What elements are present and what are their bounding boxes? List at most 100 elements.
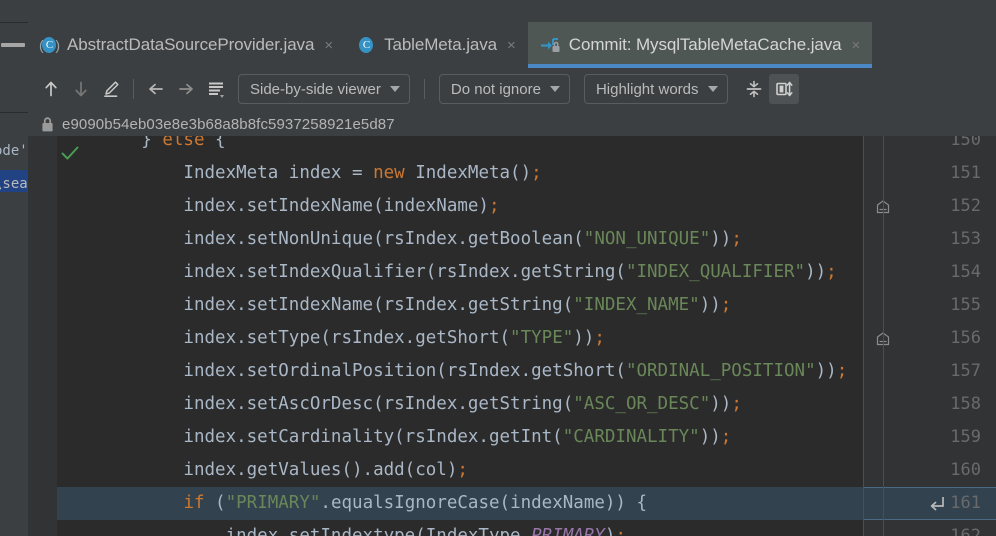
code-token: index.getValues().add(col)	[57, 460, 458, 480]
code-token: "TYPE"	[510, 328, 574, 348]
code-token: index.setIndexQualifier(rsIndex.getStrin…	[57, 262, 626, 282]
code-token: "CARDINALITY"	[562, 427, 700, 447]
code-token: ;	[457, 460, 468, 480]
code-token: new	[373, 163, 405, 183]
line-number: 151	[950, 163, 981, 183]
java-class-icon: ( C )	[39, 36, 60, 55]
code-line-151[interactable]: IndexMeta index = new IndexMeta();	[57, 157, 863, 190]
code-token: ))	[805, 262, 827, 282]
toggle-panes-button[interactable]	[768, 74, 799, 104]
editor-tab-bar: ( C ) AbstractDataSourceProvider.java × …	[28, 22, 996, 68]
code-token: index.setAscOrDesc(rsIndex.getString(	[57, 394, 574, 414]
pencil-icon	[104, 81, 119, 98]
code-token: ))	[815, 361, 837, 381]
code-token: "NON_UNIQUE"	[583, 229, 711, 249]
diff-toolbar: Side-by-side viewer Do not ignore Highli…	[28, 68, 996, 110]
tab-table-meta[interactable]: C TableMeta.java ×	[345, 22, 528, 68]
commit-diff-icon	[540, 36, 561, 55]
code-token: ))	[573, 328, 595, 348]
line-number: 157	[950, 361, 981, 381]
left-panel-fragment-2: \sea	[0, 176, 28, 192]
code-line-155[interactable]: index.setIndexName(rsIndex.getString("IN…	[57, 289, 863, 322]
previous-difference-button[interactable]	[36, 74, 66, 104]
editor-left-gutter[interactable]	[28, 136, 57, 536]
collapse-all-button[interactable]	[739, 74, 769, 104]
close-icon[interactable]: ×	[322, 38, 335, 53]
code-token: ;	[720, 295, 732, 315]
code-content[interactable]: } else { IndexMeta index = new IndexMeta…	[57, 136, 863, 536]
code-line-157[interactable]: index.setOrdinalPosition(rsIndex.getShor…	[57, 355, 863, 388]
code-token: IndexMeta index =	[57, 163, 374, 183]
code-token: ;	[731, 229, 742, 249]
code-token: "INDEX_QUALIFIER"	[625, 262, 806, 282]
code-line-159[interactable]: index.setCardinality(rsIndex.getInt("CAR…	[57, 421, 863, 454]
collapse-unchanged-fragments-button[interactable]	[201, 74, 231, 104]
panel-handle-icon[interactable]	[1, 43, 25, 47]
tab-abstract-data-source-provider[interactable]: ( C ) AbstractDataSourceProvider.java ×	[28, 22, 345, 68]
code-token: ;	[531, 163, 542, 183]
code-line-156[interactable]: index.setType(rsIndex.getShort("TYPE"));	[57, 322, 863, 355]
annotate-button[interactable]	[96, 74, 126, 104]
code-token: ;	[594, 328, 605, 348]
code-token: IndexMeta()	[404, 163, 532, 183]
line-number: 153	[950, 229, 981, 249]
next-revision-button[interactable]	[171, 74, 201, 104]
code-token: "ASC_OR_DESC"	[573, 394, 711, 414]
code-line-152[interactable]: index.setIndexName(indexName);	[57, 190, 863, 223]
code-token: index.setNonUnique(rsIndex.getBoolean(	[57, 229, 584, 249]
code-line-154[interactable]: index.setIndexQualifier(rsIndex.getStrin…	[57, 256, 863, 289]
line-number: 150	[950, 136, 981, 150]
line-number: 155	[950, 295, 981, 315]
close-icon[interactable]: ×	[849, 38, 862, 53]
code-token: index.setType(rsIndex.getShort(	[57, 328, 511, 348]
viewer-mode-dropdown[interactable]: Side-by-side viewer	[238, 74, 410, 104]
editor-main-area: ( C ) AbstractDataSourceProvider.java × …	[28, 0, 996, 536]
ignore-mode-dropdown[interactable]: Do not ignore	[438, 74, 570, 104]
left-tool-panel-clipped: ode' \sea	[0, 0, 29, 536]
line-number: 159	[950, 427, 981, 447]
code-token: if	[183, 493, 205, 513]
line-number: 158	[950, 394, 981, 414]
code-line-162[interactable]: index.setIndextype(IndexType.PRIMARY);	[57, 520, 863, 536]
panel-divider-top	[0, 22, 28, 23]
code-token: ;	[488, 196, 500, 216]
code-token: index.setIndexName(indexName)	[57, 196, 489, 216]
next-difference-button[interactable]	[66, 74, 96, 104]
chevron-down-icon	[389, 86, 400, 92]
ignore-mode-label: Do not ignore	[450, 80, 541, 98]
code-token: index.setIndextype(IndexType.	[57, 526, 532, 536]
code-token: else	[162, 136, 205, 150]
close-icon[interactable]: ×	[505, 38, 518, 53]
tab-commit-mysql-table-meta-cache[interactable]: Commit: MysqlTableMetaCache.java ×	[527, 22, 873, 68]
viewer-mode-label: Side-by-side viewer	[250, 80, 381, 98]
code-line-161[interactable]: if ("PRIMARY".equalsIgnoreCase(indexName…	[57, 487, 863, 520]
diff-viewer-window: ode' \sea ( C ) AbstractDataSourceProvid…	[0, 0, 996, 536]
lock-icon	[42, 116, 53, 131]
code-token: ))	[699, 295, 721, 315]
code-line-158[interactable]: index.setAscOrDesc(rsIndex.getString("AS…	[57, 388, 863, 421]
code-token: ;	[731, 394, 742, 414]
line-number: 161	[950, 493, 981, 513]
code-token: )	[604, 526, 616, 536]
line-number: 156	[950, 328, 981, 348]
code-token: ;	[615, 526, 626, 536]
code-line-150[interactable]: } else {	[57, 136, 863, 157]
arrow-down-icon	[75, 81, 87, 97]
code-token: ;	[826, 262, 837, 282]
code-token: index.setIndexName(rsIndex.getString(	[57, 295, 574, 315]
code-line-160[interactable]: index.getValues().add(col);	[57, 454, 863, 487]
line-number: 154	[950, 262, 981, 282]
arrow-left-icon	[149, 83, 163, 95]
previous-revision-button[interactable]	[141, 74, 171, 104]
highlight-mode-dropdown[interactable]: Highlight words	[583, 74, 728, 104]
code-token: ))	[710, 394, 732, 414]
chevron-down-icon	[549, 86, 560, 92]
code-token: index.setOrdinalPosition(rsIndex.getShor…	[57, 361, 626, 381]
lines-collapse-icon	[209, 82, 224, 98]
caret-return-icon	[929, 495, 946, 512]
java-class-icon: C	[357, 36, 376, 55]
code-line-153[interactable]: index.setNonUnique(rsIndex.getBoolean("N…	[57, 223, 863, 256]
left-panel-fragment-1: ode'	[0, 143, 28, 159]
tab-label: TableMeta.java	[384, 35, 498, 54]
